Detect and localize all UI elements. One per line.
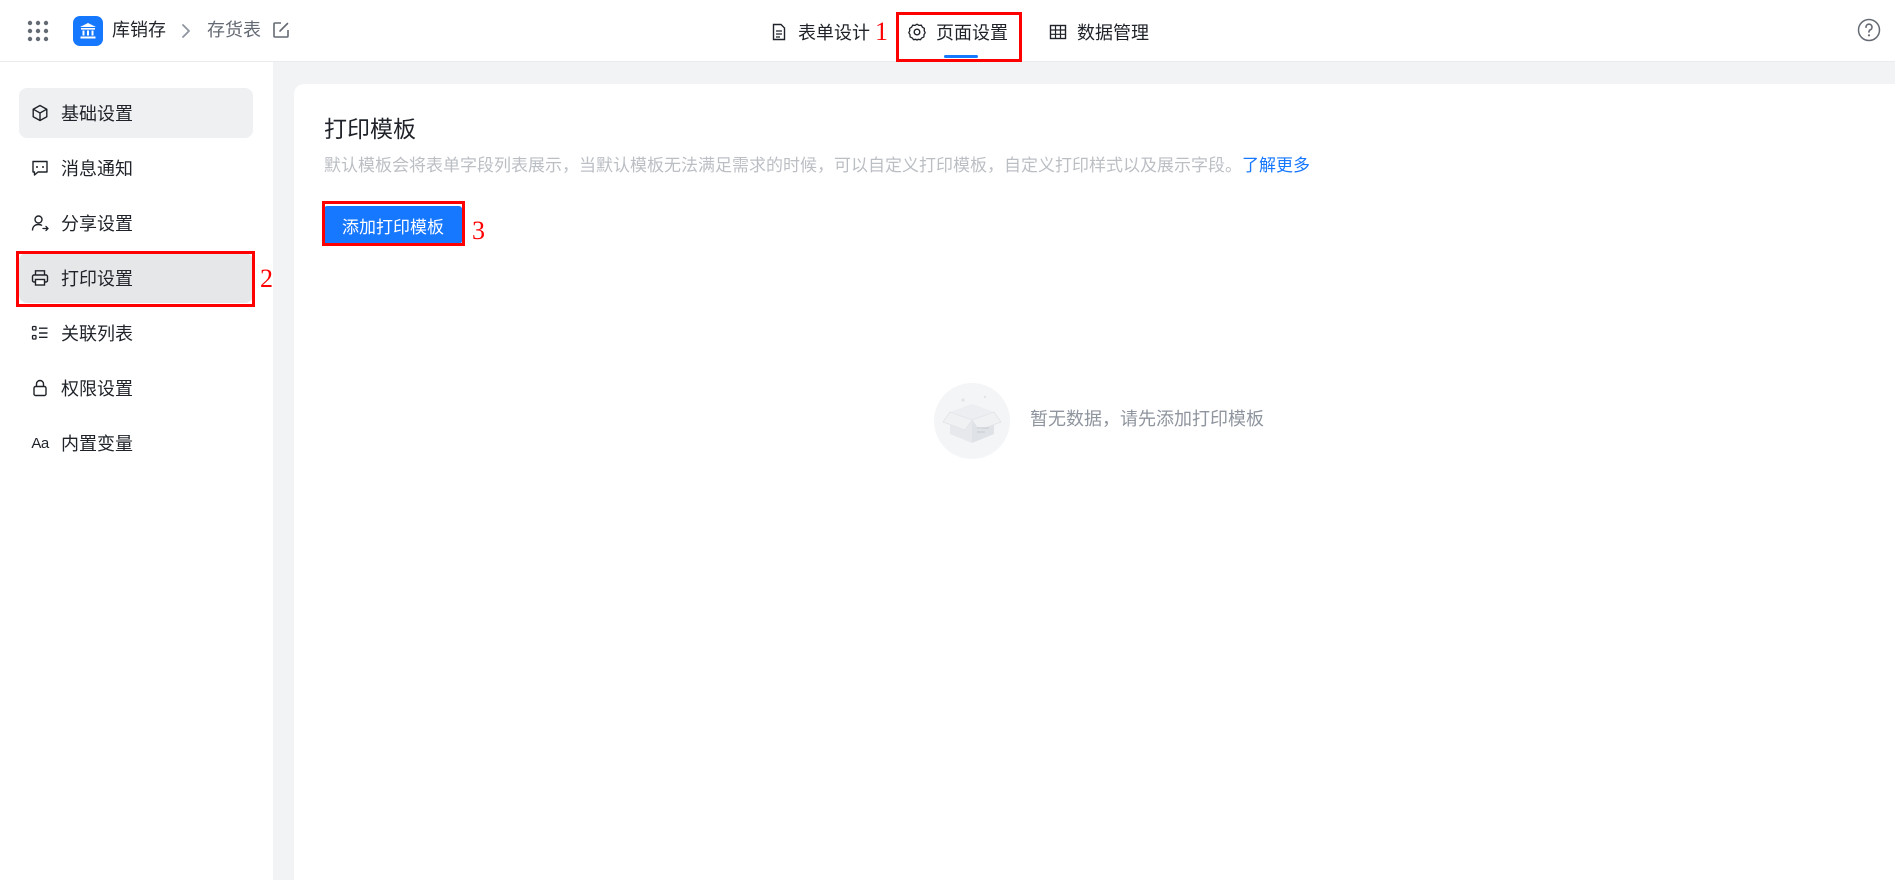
empty-box-icon [933,382,1011,460]
sidebar-item-label: 权限设置 [61,379,133,400]
empty-state-text: 暂无数据，请先添加打印模板 [1030,409,1264,430]
apps-grid-icon[interactable] [26,19,50,43]
cube-icon [31,104,49,122]
annotation-number-1: 1 [875,17,888,46]
active-tab-indicator [944,55,978,58]
document-icon [770,23,788,41]
app-logo-icon[interactable] [73,16,103,46]
breadcrumb-page-name[interactable]: 存货表 [207,19,261,43]
lock-icon [31,379,49,397]
annotation-number-2: 2 [260,264,273,293]
sidebar-item-label: 基础设置 [61,104,133,125]
section-title: 打印模板 [324,117,416,143]
sidebar-item-share-settings[interactable]: 分享设置 [19,198,253,248]
tab-form-design[interactable]: 表单设计 [770,13,870,51]
sidebar-item-permission-settings[interactable]: 权限设置 [19,363,253,413]
table-grid-icon [1049,23,1067,41]
sidebar-item-label: 关联列表 [61,324,133,345]
tab-data-management[interactable]: 数据管理 [1049,13,1149,51]
edit-icon[interactable] [271,20,291,40]
sidebar-item-related-list[interactable]: 关联列表 [19,308,253,358]
aa-text-icon: Aa [31,434,49,452]
sidebar-item-label: 消息通知 [61,159,133,180]
annotation-number-3: 3 [472,216,485,245]
printer-icon [31,269,49,287]
sidebar-item-basic-settings[interactable]: 基础设置 [19,88,253,138]
learn-more-link[interactable]: 了解更多 [1242,156,1310,176]
sidebar-item-builtin-variables[interactable]: Aa 内置变量 [19,418,253,468]
print-template-panel: 打印模板 默认模板会将表单字段列表展示，当默认模板无法满足需求的时候，可以自定义… [294,84,1895,880]
share-user-icon [31,214,49,232]
sidebar-item-label: 分享设置 [61,214,133,235]
message-icon [31,159,49,177]
add-print-template-button[interactable]: 添加打印模板 [324,206,462,244]
sidebar-item-print-settings[interactable]: 打印设置 [19,253,253,303]
chevron-right-icon [178,20,194,42]
app-name[interactable]: 库销存 [112,19,166,43]
tab-label: 页面设置 [936,23,1008,44]
section-description: 默认模板会将表单字段列表展示，当默认模板无法满足需求的时候，可以自定义打印模板，… [324,154,1310,178]
list-icon [31,324,49,342]
description-text: 默认模板会将表单字段列表展示，当默认模板无法满足需求的时候，可以自定义打印模板，… [324,156,1242,176]
sidebar-item-message-notification[interactable]: 消息通知 [19,143,253,193]
tab-label: 表单设计 [798,23,870,44]
gear-icon [908,23,926,41]
sidebar-item-label: 打印设置 [61,269,133,290]
sidebar-item-label: 内置变量 [61,434,133,455]
settings-sidebar: 基础设置 消息通知 分享设置 打印设置 关联列表 权限设置 Aa 内置变量 [0,62,273,880]
help-icon[interactable] [1857,18,1881,42]
top-header: 库销存 存货表 表单设计 页面设置 数据管理 [0,0,1895,62]
tab-page-settings[interactable]: 页面设置 [908,13,1008,51]
tab-label: 数据管理 [1077,23,1149,44]
